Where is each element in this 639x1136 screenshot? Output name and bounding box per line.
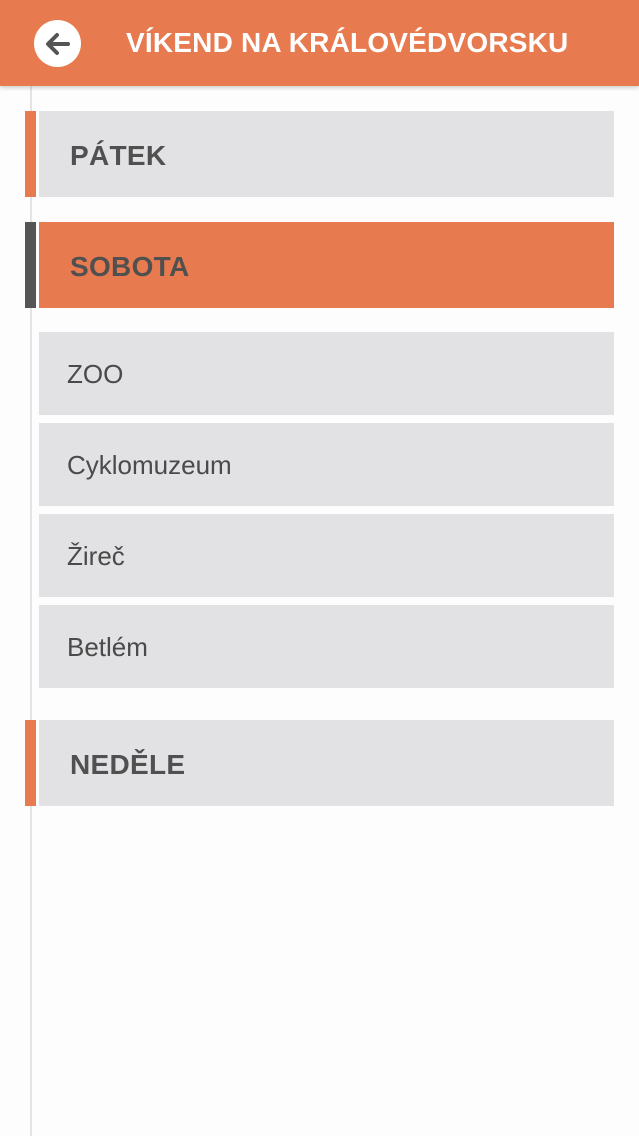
day-label: NEDĚLE [70,749,186,780]
item-label: Žireč [67,541,125,571]
day-sunday[interactable]: NEDĚLE [25,720,614,806]
item-label: ZOO [67,359,124,389]
list-item-zoo[interactable]: ZOO [39,332,614,415]
day-friday[interactable]: PÁTEK [25,111,614,197]
item-label: Betlém [67,632,148,662]
list-item-zirec[interactable]: Žireč [39,514,614,597]
back-button[interactable] [34,20,81,67]
day-marker [25,222,36,308]
day-label: SOBOTA [70,251,190,282]
item-label: Cyklomuzeum [67,450,232,480]
day-saturday[interactable]: SOBOTA [25,222,614,308]
day-label: PÁTEK [70,140,167,171]
day-marker [25,720,36,806]
list-item-cyklomuzeum[interactable]: Cyklomuzeum [39,423,614,506]
arrow-left-icon [45,32,70,55]
day-marker [25,111,36,197]
list-item-betlem[interactable]: Betlém [39,605,614,688]
page-title: VÍKEND NA KRÁLOVÉDVORSKU [126,27,569,58]
app-header: VÍKEND NA KRÁLOVÉDVORSKU [0,0,639,86]
